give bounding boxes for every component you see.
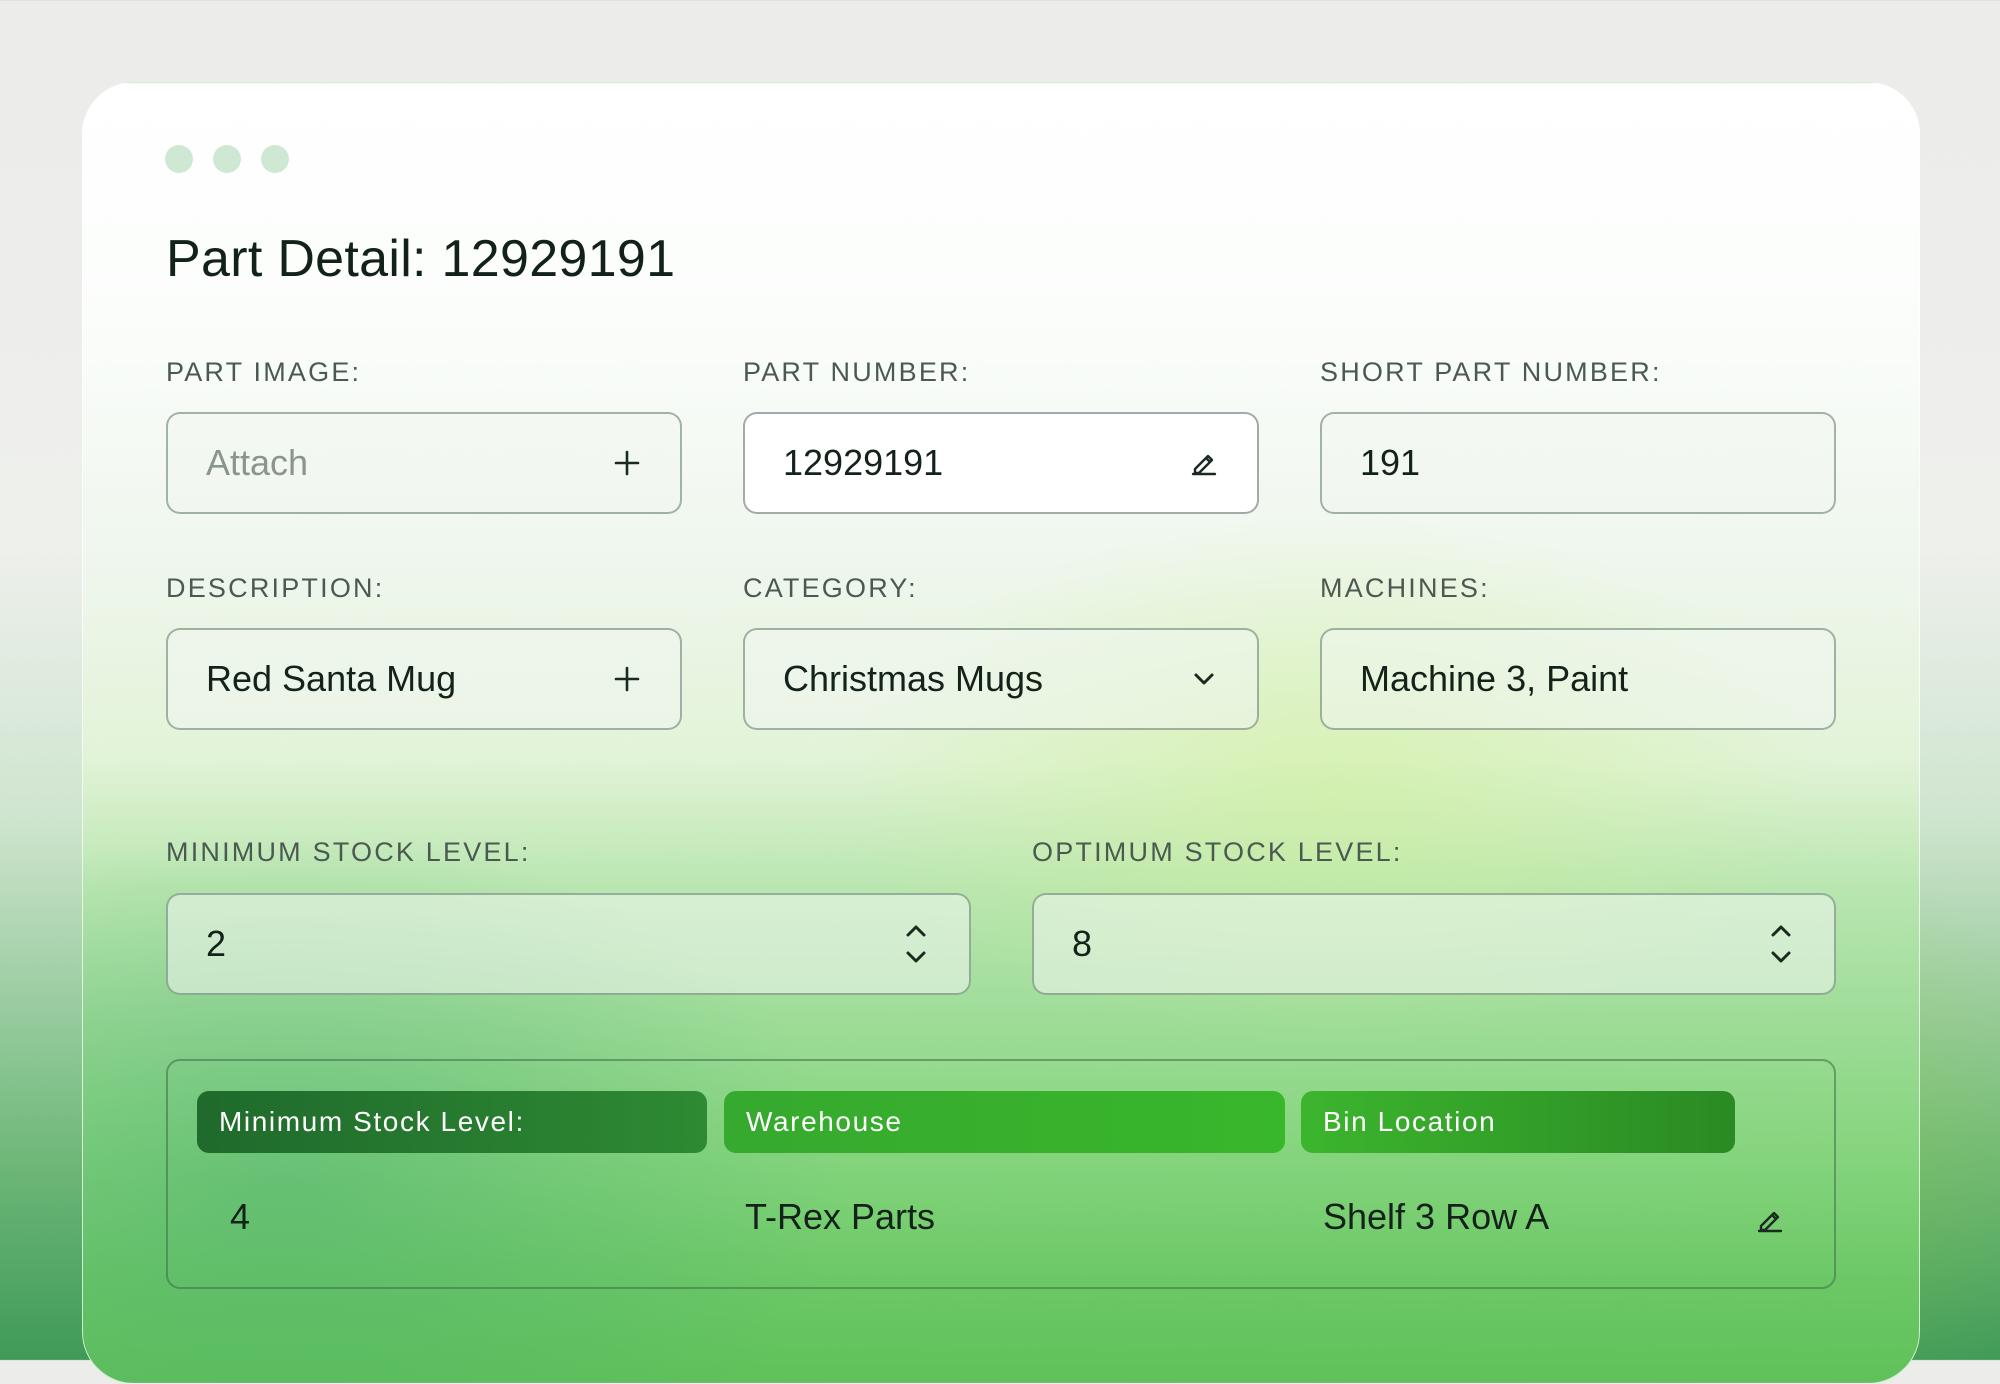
pencil-icon[interactable] [1753, 1203, 1787, 1237]
part-image-attach-field[interactable]: Attach [166, 412, 682, 514]
pencil-icon[interactable] [1187, 446, 1221, 480]
minimum-stock-value: 2 [206, 923, 227, 964]
description-value: Red Santa Mug [206, 658, 457, 699]
machines-label: MACHINES: [1320, 573, 1490, 603]
category-select[interactable]: Christmas Mugs [743, 628, 1259, 730]
machines-input[interactable]: Machine 3, Paint [1320, 628, 1836, 730]
machines-value: Machine 3, Paint [1360, 658, 1629, 699]
part-image-label: PART IMAGE: [166, 357, 362, 387]
minimum-stock-stepper[interactable]: 2 [166, 893, 971, 995]
part-image-placeholder: Attach [206, 442, 309, 483]
minimum-stock-label: MINIMUM STOCK LEVEL: [166, 837, 531, 867]
table-cell-minimum-stock: 4 [230, 1196, 251, 1237]
table-header-minimum-stock: Minimum Stock Level: [197, 1091, 707, 1153]
category-value: Christmas Mugs [783, 658, 1044, 699]
table-cell-warehouse: T-Rex Parts [745, 1196, 936, 1237]
part-number-value: 12929191 [783, 442, 944, 483]
short-part-number-input[interactable]: 191 [1320, 412, 1836, 514]
stock-location-table: Minimum Stock Level: Warehouse Bin Locat… [166, 1059, 1836, 1289]
short-part-number-value: 191 [1360, 442, 1421, 483]
page-title: Part Detail: 12929191 [166, 230, 676, 288]
part-number-input[interactable]: 12929191 [743, 412, 1259, 514]
description-input[interactable]: Red Santa Mug [166, 628, 682, 730]
window-dot-close[interactable] [165, 145, 193, 173]
optimum-stock-label: OPTIMUM STOCK LEVEL: [1032, 837, 1403, 867]
stepper-icon[interactable] [1764, 925, 1798, 963]
table-header-bin-location: Bin Location [1301, 1091, 1735, 1153]
window-dot-maximize[interactable] [261, 145, 289, 173]
plus-icon[interactable] [610, 662, 644, 696]
description-label: DESCRIPTION: [166, 573, 385, 603]
table-cell-bin-location: Shelf 3 Row A [1323, 1196, 1550, 1237]
short-part-number-label: SHORT PART NUMBER: [1320, 357, 1662, 387]
category-label: CATEGORY: [743, 573, 918, 603]
window-dot-minimize[interactable] [213, 145, 241, 173]
optimum-stock-value: 8 [1072, 923, 1093, 964]
app-window: Part Detail: 12929191 PART IMAGE: PART N… [82, 82, 1920, 1384]
plus-icon[interactable] [610, 446, 644, 480]
optimum-stock-stepper[interactable]: 8 [1032, 893, 1836, 995]
chevron-down-icon[interactable] [1187, 662, 1221, 696]
stepper-icon[interactable] [899, 925, 933, 963]
part-number-label: PART NUMBER: [743, 357, 971, 387]
table-header-warehouse: Warehouse [724, 1091, 1285, 1153]
